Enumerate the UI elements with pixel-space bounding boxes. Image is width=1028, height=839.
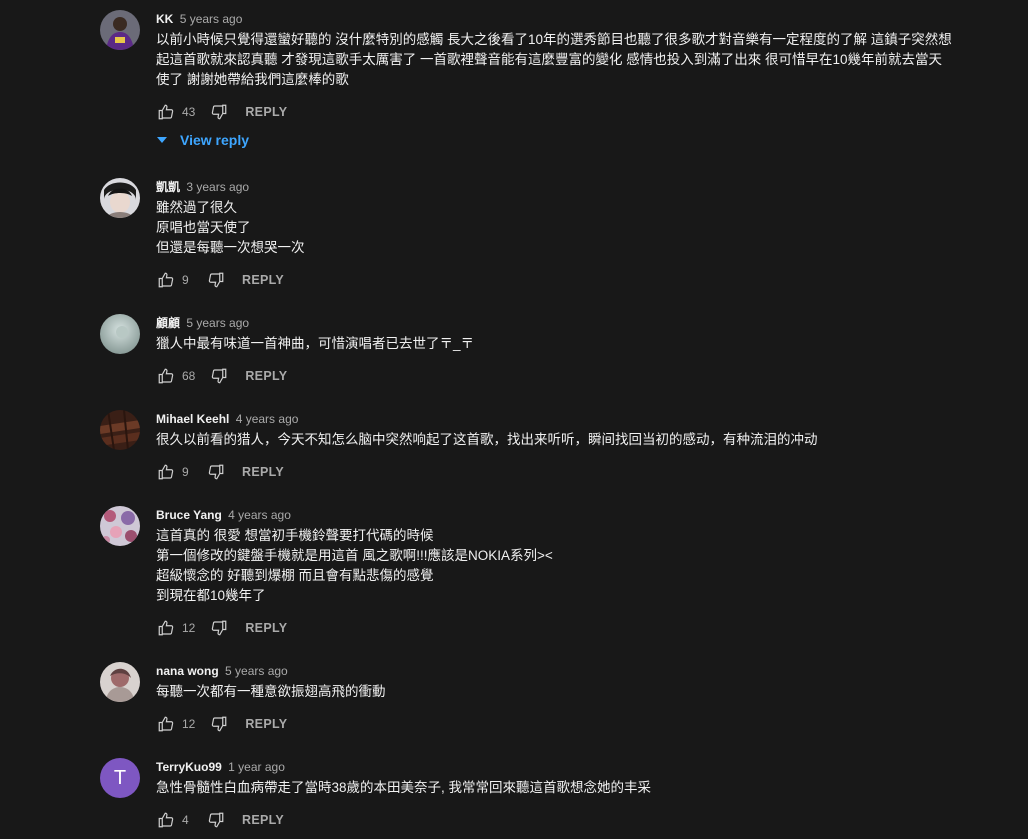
like-icon[interactable]	[156, 618, 176, 638]
reply-button[interactable]: REPLY	[242, 813, 284, 827]
dislike-icon[interactable]	[206, 462, 226, 482]
reply-button[interactable]: REPLY	[245, 717, 287, 731]
reply-button[interactable]: REPLY	[242, 273, 284, 287]
like-count: 9	[182, 465, 189, 479]
comment-text: 每聽一次都有一種意欲振翅高飛的衝動	[156, 682, 986, 702]
dislike-icon[interactable]	[209, 366, 229, 386]
comment-time[interactable]: 4 years ago	[228, 508, 291, 522]
comment-text: 很久以前看的猎人，今天不知怎么脑中突然响起了这首歌，找出来听听，瞬间找回当初的感…	[156, 430, 986, 450]
dislike-icon[interactable]	[206, 270, 226, 290]
comment-line: 原唱也當天使了	[156, 220, 251, 235]
reply-button[interactable]: REPLY	[245, 621, 287, 635]
comment-line: 到現在都10幾年了	[156, 588, 266, 603]
comment-time[interactable]: 5 years ago	[180, 12, 243, 26]
comment-actions: 9 REPLY	[156, 268, 284, 292]
comment-time[interactable]: 3 years ago	[186, 180, 249, 194]
comment-author[interactable]: nana wong	[156, 664, 219, 678]
view-reply-label: View reply	[180, 132, 250, 148]
comment-line: 起這首歌就來認真聽 才發現這歌手太厲害了 一首歌裡聲音能有這麼豐富的變化 感情也…	[156, 52, 943, 67]
comment-line: 獵人中最有味道一首神曲，可惜演唱者已去世了〒_〒	[156, 336, 475, 351]
like-count: 43	[182, 105, 196, 119]
comment-text: 以前小時候只覺得還蠻好聽的 沒什麼特別的感觸 長大之後看了10年的選秀節目也聽了…	[156, 30, 986, 90]
dislike-icon[interactable]	[209, 102, 229, 122]
like-icon[interactable]	[156, 270, 176, 290]
comment-actions: 12 REPLY	[156, 616, 287, 640]
comment-author[interactable]: TerryKuo99	[156, 760, 222, 774]
comment-line: 很久以前看的猎人，今天不知怎么脑中突然响起了这首歌，找出来听听，瞬间找回当初的感…	[156, 432, 818, 447]
comment-line: 以前小時候只覺得還蠻好聽的 沒什麼特別的感觸 長大之後看了10年的選秀節目也聽了…	[156, 32, 952, 47]
like-icon[interactable]	[156, 366, 176, 386]
comment-author[interactable]: Bruce Yang	[156, 508, 222, 522]
comment-actions: 4 REPLY	[156, 808, 284, 832]
like-count: 9	[182, 273, 189, 287]
reply-button[interactable]: REPLY	[245, 369, 287, 383]
view-reply-button[interactable]: View reply	[156, 132, 249, 148]
comment-body: KK 5 years ago 以前小時候只覺得還蠻好聽的 沒什麼特別的感觸 長大…	[156, 10, 986, 148]
like-icon[interactable]	[156, 102, 176, 122]
comment-actions: 12 REPLY	[156, 712, 287, 736]
avatar[interactable]	[100, 506, 140, 546]
comment-text: 這首真的 很愛 想當初手機鈴聲要打代碼的時候 第一個修改的鍵盤手機就是用這首 風…	[156, 526, 986, 606]
comment-author[interactable]: Mihael Keehl	[156, 412, 229, 426]
like-icon[interactable]	[156, 810, 176, 830]
comment-line: 第一個修改的鍵盤手機就是用這首 風之歌啊!!!應該是NOKIA系列><	[156, 548, 553, 563]
dislike-icon[interactable]	[209, 618, 229, 638]
reply-button[interactable]: REPLY	[245, 105, 287, 119]
comment-line: 這首真的 很愛 想當初手機鈴聲要打代碼的時候	[156, 528, 434, 543]
comment-line: 每聽一次都有一種意欲振翅高飛的衝動	[156, 684, 386, 699]
comment-author[interactable]: 顧顧	[156, 316, 180, 330]
comment-time[interactable]: 4 years ago	[236, 412, 299, 426]
like-count: 68	[182, 369, 196, 383]
comment-actions: 9 REPLY	[156, 460, 284, 484]
comment-time[interactable]: 1 year ago	[228, 760, 285, 774]
comment-line: 超級懷念的 好聽到爆棚 而且會有點悲傷的感覺	[156, 568, 434, 583]
comment-text: 急性骨髓性白血病帶走了當時38歲的本田美奈子, 我常常回來聽這首歌想念她的丰采	[156, 778, 986, 798]
avatar[interactable]	[100, 662, 140, 702]
comment-text: 雖然過了很久 原唱也當天使了 但還是每聽一次想哭一次	[156, 198, 986, 258]
like-count: 4	[182, 813, 189, 827]
comment-body: Bruce Yang 4 years ago 這首真的 很愛 想當初手機鈴聲要打…	[156, 506, 986, 636]
comment-actions: 68 REPLY	[156, 364, 287, 388]
avatar[interactable]	[100, 10, 140, 50]
reply-button[interactable]: REPLY	[242, 465, 284, 479]
avatar[interactable]	[100, 410, 140, 450]
comment-body: 顧顧 5 years ago 獵人中最有味道一首神曲，可惜演唱者已去世了〒_〒 …	[156, 314, 986, 384]
avatar[interactable]	[100, 314, 140, 354]
comment-author[interactable]: KK	[156, 12, 173, 26]
like-icon[interactable]	[156, 462, 176, 482]
avatar-letter: T	[113, 767, 127, 789]
comment-body: TerryKuo99 1 year ago 急性骨髓性白血病帶走了當時38歲的本…	[156, 758, 986, 828]
comment-time[interactable]: 5 years ago	[186, 316, 249, 330]
caret-down-icon	[156, 134, 168, 146]
comment-line: 雖然過了很久	[156, 200, 237, 215]
comment-text: 獵人中最有味道一首神曲，可惜演唱者已去世了〒_〒	[156, 334, 986, 354]
comment-line: 使了 謝謝她帶給我們這麼棒的歌	[156, 72, 349, 87]
like-count: 12	[182, 621, 196, 635]
comment-body: nana wong 5 years ago 每聽一次都有一種意欲振翅高飛的衝動 …	[156, 662, 986, 732]
comment-author[interactable]: 凱凱	[156, 180, 180, 194]
comment-line: 急性骨髓性白血病帶走了當時38歲的本田美奈子, 我常常回來聽這首歌想念她的丰采	[156, 780, 652, 795]
comment-actions: 43 REPLY	[156, 100, 287, 124]
avatar[interactable]: T	[100, 758, 140, 798]
like-icon[interactable]	[156, 714, 176, 734]
comment-body: Mihael Keehl 4 years ago 很久以前看的猎人，今天不知怎么…	[156, 410, 986, 480]
comment-line: 但還是每聽一次想哭一次	[156, 240, 305, 255]
comment-time[interactable]: 5 years ago	[225, 664, 288, 678]
comment-body: 凱凱 3 years ago 雖然過了很久 原唱也當天使了 但還是每聽一次想哭一…	[156, 178, 986, 288]
dislike-icon[interactable]	[209, 714, 229, 734]
avatar[interactable]	[100, 178, 140, 218]
dislike-icon[interactable]	[206, 810, 226, 830]
like-count: 12	[182, 717, 196, 731]
